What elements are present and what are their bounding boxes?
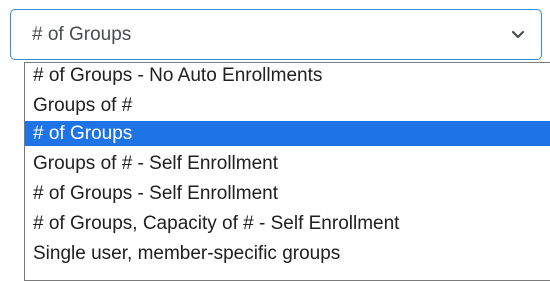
chevron-down-icon <box>511 30 525 39</box>
select-current-value: # of Groups <box>32 24 132 45</box>
option-groups-capacity-self-enrollment[interactable]: # of Groups, Capacity of # - Self Enroll… <box>25 211 550 236</box>
group-type-options-list: # of Groups - No Auto Enrollments Groups… <box>24 62 550 281</box>
option-number-of-groups-self-enrollment[interactable]: # of Groups - Self Enrollment <box>25 181 550 206</box>
option-single-user-member-specific-groups[interactable]: Single user, member-specific groups <box>25 241 550 266</box>
option-number-of-groups[interactable]: # of Groups <box>25 121 550 146</box>
group-type-dropdown-region: # of Groups # of Groups - No Auto Enroll… <box>0 0 550 281</box>
group-type-select[interactable]: # of Groups <box>10 9 542 60</box>
option-groups-no-auto-enrollments[interactable]: # of Groups - No Auto Enrollments <box>25 63 550 88</box>
option-groups-of-number[interactable]: Groups of # <box>25 93 550 118</box>
option-groups-of-number-self-enrollment[interactable]: Groups of # - Self Enrollment <box>25 151 550 176</box>
